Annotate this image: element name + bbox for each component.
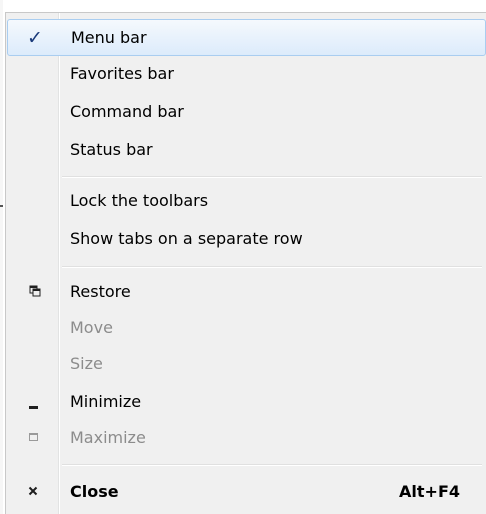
menu-item-label: Command bar (70, 102, 184, 121)
context-menu: ✓ Menu bar Favorites bar Command bar Sta… (5, 12, 486, 514)
menu-item-label: Close (70, 482, 119, 501)
menu-item-favorites-bar[interactable]: Favorites bar (7, 56, 486, 93)
menu-item-label: Size (70, 354, 103, 373)
menu-item-restore[interactable]: Restore (7, 274, 486, 311)
menu-separator (62, 176, 482, 178)
menu-item-command-bar[interactable]: Command bar (7, 94, 486, 131)
menu-item-label: Status bar (70, 140, 153, 159)
menu-item-label: Menu bar (71, 28, 147, 47)
menu-item-label: Minimize (70, 392, 142, 411)
menu-item-lock-toolbars[interactable]: Lock the toolbars (7, 183, 486, 220)
menu-item-label: Restore (70, 282, 131, 301)
checkmark-icon: ✓ (27, 27, 43, 49)
menu-item-label: Show tabs on a separate row (70, 229, 303, 248)
menu-item-size[interactable]: Size (7, 346, 486, 383)
menu-item-maximize[interactable]: Maximize (7, 420, 486, 457)
background-window-edge (0, 0, 3, 514)
menu-item-label: Lock the toolbars (70, 191, 209, 210)
keyboard-shortcut: Alt+F4 (399, 482, 460, 501)
background-window-mark (0, 205, 3, 207)
minimize-icon (29, 406, 38, 409)
menu-item-label: Maximize (70, 428, 146, 447)
close-icon (28, 486, 38, 496)
menu-item-show-tabs-separate-row[interactable]: Show tabs on a separate row (7, 221, 486, 258)
menu-separator (62, 266, 482, 268)
menu-item-menu-bar[interactable]: ✓ Menu bar (7, 19, 486, 56)
menu-item-minimize[interactable]: Minimize (7, 384, 486, 421)
menu-item-label: Move (70, 318, 113, 337)
restore-icon (29, 285, 41, 297)
menu-item-status-bar[interactable]: Status bar (7, 132, 486, 169)
menu-separator (62, 464, 482, 466)
menu-item-move[interactable]: Move (7, 310, 486, 347)
maximize-icon (29, 433, 38, 441)
menu-item-close[interactable]: Close Alt+F4 (7, 474, 486, 511)
menu-item-label: Favorites bar (70, 64, 174, 83)
svg-text:✓: ✓ (27, 27, 43, 49)
